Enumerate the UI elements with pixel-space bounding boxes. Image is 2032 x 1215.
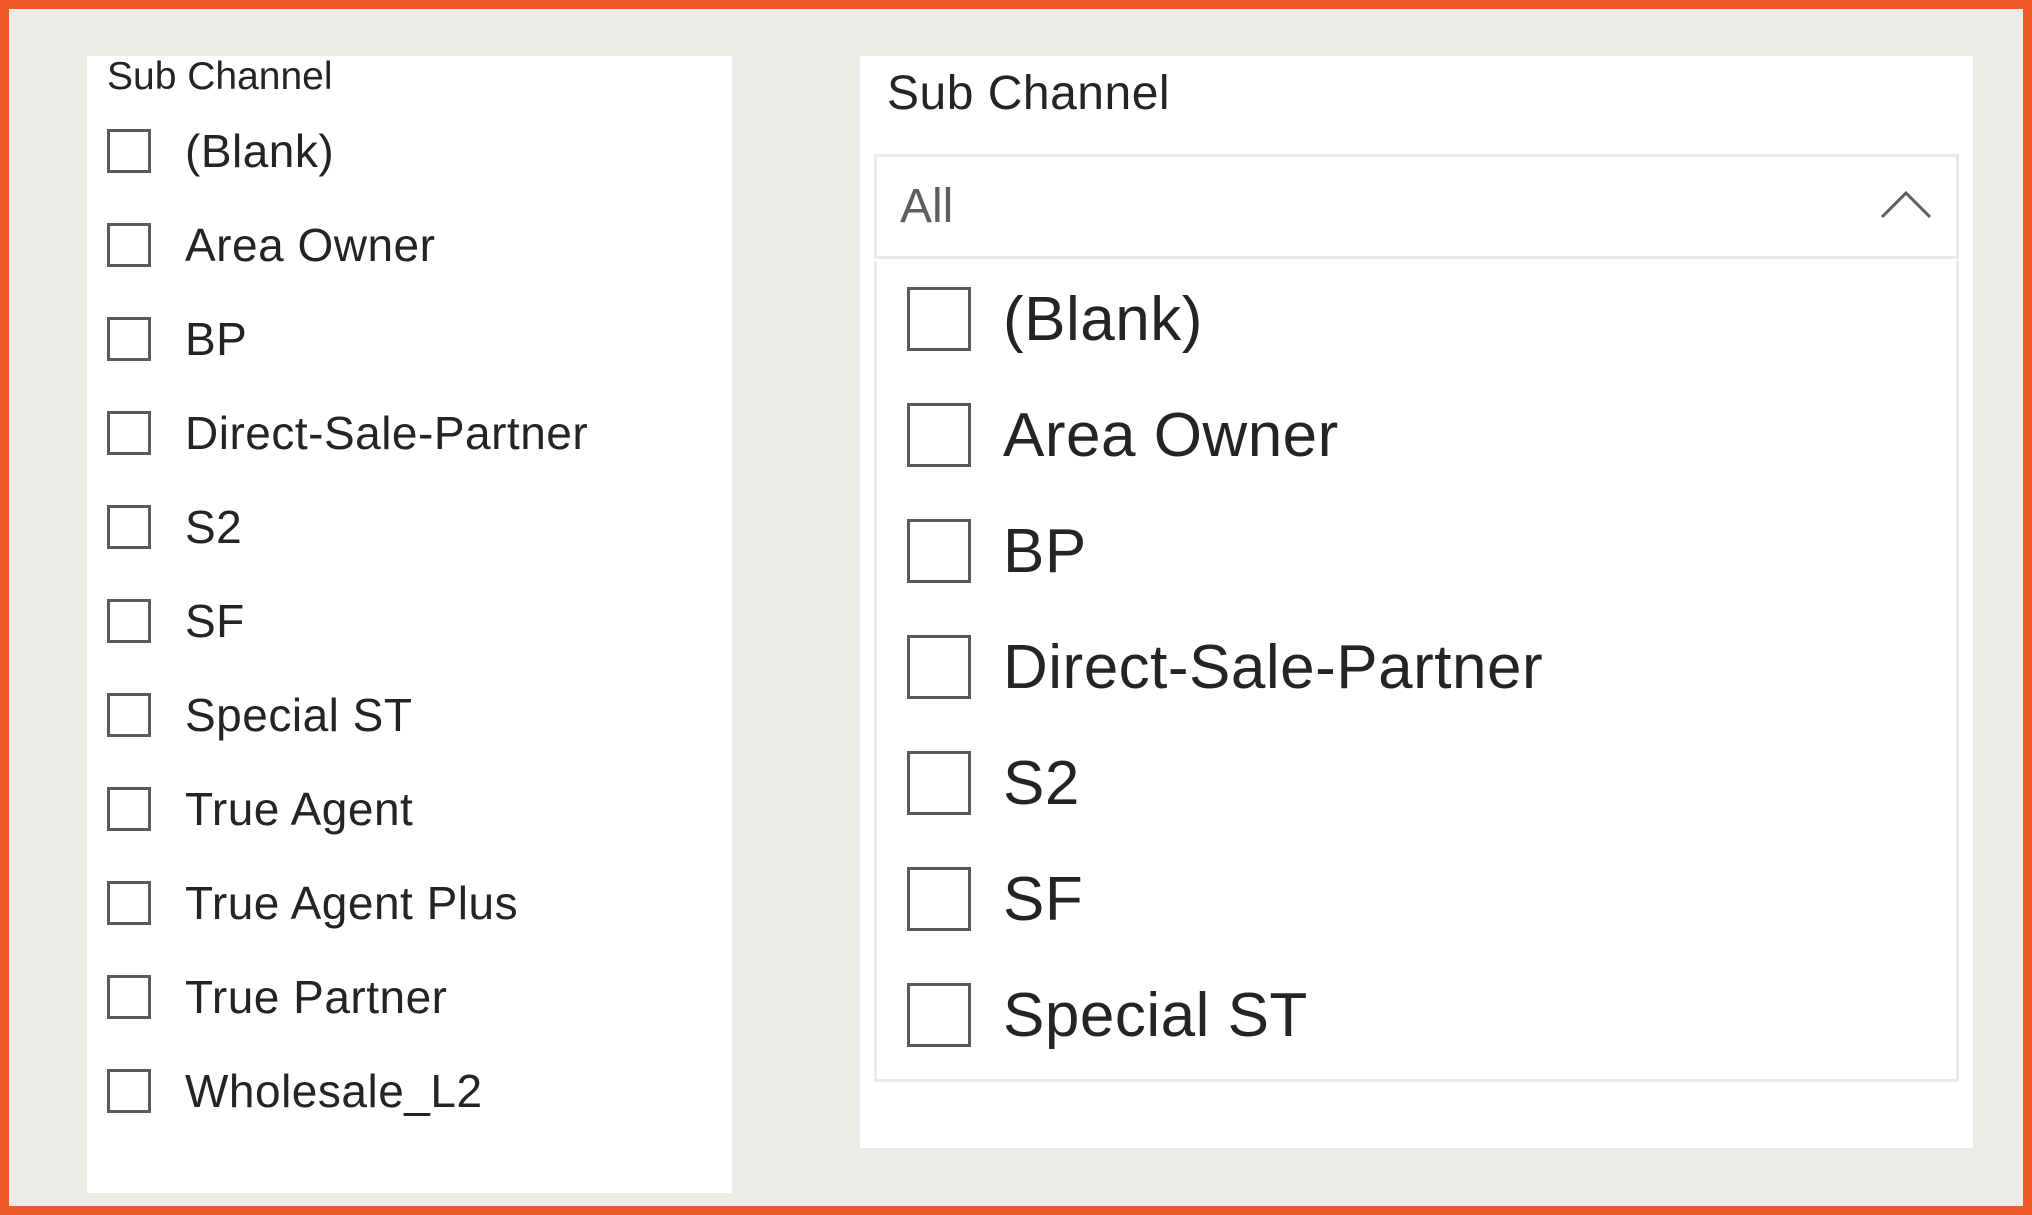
checkbox[interactable] (107, 881, 151, 925)
list-slicer: Sub Channel (Blank) Area Owner BP Direct… (87, 56, 732, 1193)
list-slicer-item-label: True Partner (185, 971, 448, 1023)
list-slicer-item[interactable]: Area Owner (107, 198, 588, 292)
checkbox[interactable] (907, 519, 971, 583)
list-slicer-item-label: True Agent Plus (185, 877, 519, 929)
dropdown-item-label: (Blank) (1003, 284, 1203, 354)
list-slicer-item-label: BP (185, 313, 248, 365)
dropdown-item-label: S2 (1003, 748, 1080, 818)
checkbox[interactable] (907, 287, 971, 351)
checkbox[interactable] (107, 129, 151, 173)
list-slicer-header: Sub Channel (107, 55, 333, 98)
dropdown-panel: (Blank) Area Owner BP Direct-Sale-Partne… (874, 261, 1959, 1082)
dropdown-item-label: BP (1003, 516, 1087, 586)
list-slicer-item-label: SF (185, 595, 245, 647)
list-slicer-item[interactable]: BP (107, 292, 588, 386)
list-slicer-item-label: Wholesale_L2 (185, 1065, 483, 1117)
dropdown-item-label: Direct-Sale-Partner (1003, 632, 1544, 702)
checkbox[interactable] (907, 983, 971, 1047)
checkbox[interactable] (907, 403, 971, 467)
checkbox[interactable] (107, 975, 151, 1019)
dropdown-toggle[interactable]: All (874, 154, 1959, 259)
list-slicer-item[interactable]: SF (107, 574, 588, 668)
dropdown-item[interactable]: BP (907, 493, 1543, 609)
chevron-up-icon[interactable] (1876, 185, 1936, 225)
list-slicer-item-label: Area Owner (185, 219, 436, 271)
list-slicer-item[interactable]: Special ST (107, 668, 588, 762)
dropdown-item[interactable]: Area Owner (907, 377, 1543, 493)
list-slicer-item[interactable]: True Agent Plus (107, 856, 588, 950)
list-slicer-item[interactable]: Direct-Sale-Partner (107, 386, 588, 480)
list-slicer-item-label: (Blank) (185, 125, 335, 177)
checkbox[interactable] (107, 1069, 151, 1113)
dropdown-items: (Blank) Area Owner BP Direct-Sale-Partne… (907, 261, 1543, 1073)
dropdown-item-label: Area Owner (1003, 400, 1339, 470)
dropdown-item[interactable]: SF (907, 841, 1543, 957)
dropdown-selected-value: All (900, 180, 954, 233)
list-slicer-item[interactable]: S2 (107, 480, 588, 574)
list-slicer-item[interactable]: (Blank) (107, 104, 588, 198)
checkbox[interactable] (907, 867, 971, 931)
list-slicer-items: (Blank) Area Owner BP Direct-Sale-Partne… (107, 104, 588, 1138)
list-slicer-item[interactable]: Wholesale_L2 (107, 1044, 588, 1138)
dropdown-item[interactable]: (Blank) (907, 261, 1543, 377)
list-slicer-item[interactable]: True Partner (107, 950, 588, 1044)
list-slicer-item-label: S2 (185, 501, 243, 553)
dropdown-item[interactable]: S2 (907, 725, 1543, 841)
list-slicer-item-label: True Agent (185, 783, 414, 835)
checkbox[interactable] (107, 599, 151, 643)
dropdown-item-label: Special ST (1003, 980, 1308, 1050)
dropdown-slicer-header: Sub Channel (887, 67, 1171, 120)
checkbox[interactable] (107, 787, 151, 831)
checkbox[interactable] (907, 635, 971, 699)
dropdown-item-label: SF (1003, 864, 1084, 934)
checkbox[interactable] (107, 317, 151, 361)
checkbox[interactable] (107, 223, 151, 267)
report-canvas: Sub Channel (Blank) Area Owner BP Direct… (0, 0, 2032, 1215)
list-slicer-item[interactable]: True Agent (107, 762, 588, 856)
checkbox[interactable] (107, 505, 151, 549)
checkbox[interactable] (107, 411, 151, 455)
list-slicer-item-label: Special ST (185, 689, 413, 741)
dropdown-slicer: Sub Channel All (Blank) Area Owner BP Di… (860, 56, 1973, 1148)
checkbox[interactable] (107, 693, 151, 737)
dropdown-item[interactable]: Special ST (907, 957, 1543, 1073)
dropdown-item[interactable]: Direct-Sale-Partner (907, 609, 1543, 725)
list-slicer-item-label: Direct-Sale-Partner (185, 407, 589, 459)
checkbox[interactable] (907, 751, 971, 815)
